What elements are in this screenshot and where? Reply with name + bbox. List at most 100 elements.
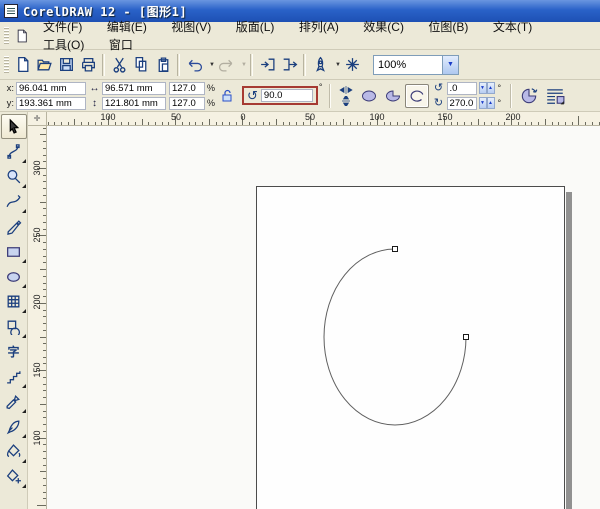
ruler-tick [42, 221, 46, 223]
horizontal-ruler[interactable]: 100 50 0 50 100 150 200 [47, 112, 600, 126]
eyedropper-tool[interactable] [1, 389, 27, 414]
export-icon[interactable] [278, 54, 300, 76]
ruler-tick [42, 127, 46, 129]
graph-paper-tool[interactable] [1, 289, 27, 314]
text-tool[interactable]: 字 [1, 339, 27, 364]
ruler-tick [538, 121, 540, 125]
mirror-buttons[interactable] [335, 83, 357, 109]
undo-dropdown-icon[interactable]: ▼ [205, 54, 215, 76]
new-icon[interactable] [11, 54, 33, 76]
ruler-tick [42, 309, 46, 311]
menu-item-effects[interactable]: 效果(C) [353, 16, 414, 38]
corel-online-icon[interactable] [341, 54, 363, 76]
rectangle-tool[interactable] [1, 239, 27, 264]
toolbar-separator[interactable] [303, 53, 306, 76]
undo-icon[interactable] [183, 54, 205, 76]
outline-pen-tool[interactable] [1, 414, 27, 439]
arc-button[interactable] [404, 83, 429, 108]
redo-dropdown-icon[interactable]: ▼ [237, 54, 247, 76]
ruler-tick [42, 410, 46, 412]
ellipse-tool[interactable] [1, 264, 27, 289]
object-height-input[interactable]: 121.801 mm [102, 96, 166, 110]
toolbar-separator[interactable] [177, 53, 180, 76]
print-icon[interactable] [77, 54, 99, 76]
document-icon[interactable] [15, 28, 30, 44]
ruler-tick [370, 121, 372, 125]
toolbar-separator[interactable] [102, 53, 105, 76]
interactive-fill-tool[interactable] [1, 464, 27, 489]
end-angle-spinner[interactable]: ▼ ▲ [478, 97, 495, 109]
menu-item-tools[interactable]: 工具(O) [33, 34, 94, 56]
ruler-label: 150 [32, 362, 42, 378]
fill-tool[interactable] [1, 439, 27, 464]
start-angle-spinner[interactable]: ▼ ▲ [478, 82, 495, 94]
ruler-tick [343, 119, 345, 125]
ruler-tick [42, 154, 46, 156]
ruler-origin[interactable]: ✛ [28, 112, 47, 126]
ruler-tick [74, 119, 76, 125]
launcher-dropdown-icon[interactable]: ▼ [331, 54, 341, 76]
ruler-tick [40, 403, 46, 405]
ruler-tick [42, 383, 46, 385]
ruler-tick [571, 121, 573, 125]
text-wrap-button[interactable] [542, 83, 568, 109]
open-icon[interactable] [33, 54, 55, 76]
arc-start-node[interactable] [392, 246, 398, 252]
interactive-blend-tool[interactable] [1, 364, 27, 389]
ruler-tick [222, 121, 224, 125]
lock-ratio-button[interactable] [218, 86, 236, 106]
elliptical-arc[interactable] [323, 248, 467, 426]
smart-drawing-tool[interactable] [1, 214, 27, 239]
menu-item-view[interactable]: 视图(V) [161, 16, 221, 38]
object-width-input[interactable]: 96.571 mm [102, 81, 166, 95]
paste-icon[interactable] [152, 54, 174, 76]
ruler-tick [42, 141, 46, 143]
end-angle-icon: ↻ [433, 96, 444, 109]
ruler-tick [558, 121, 560, 125]
start-angle-input[interactable]: .0 [446, 81, 477, 95]
menubar-grip[interactable] [4, 26, 9, 45]
ruler-tick [42, 390, 46, 392]
save-icon[interactable] [55, 54, 77, 76]
ruler-tick [430, 121, 432, 125]
pick-tool[interactable] [0, 114, 27, 139]
ellipse-button[interactable] [357, 84, 381, 108]
vertical-ruler[interactable]: 300 250 200 150 100 [28, 126, 47, 509]
zoom-level-combo[interactable]: 100% ▼ [373, 54, 459, 75]
import-icon[interactable] [256, 54, 278, 76]
pie-button[interactable] [381, 84, 405, 108]
clockwise-arc-button[interactable] [516, 83, 542, 109]
freehand-tool[interactable] [1, 189, 27, 214]
cut-icon[interactable] [108, 54, 130, 76]
menu-item-layout[interactable]: 版面(L) [226, 16, 285, 38]
shape-tool[interactable] [1, 139, 27, 164]
toolbar-grip[interactable] [4, 55, 9, 74]
redo-icon[interactable] [215, 54, 237, 76]
end-angle-input[interactable]: 270.0 [446, 96, 477, 110]
menu-item-bitmaps[interactable]: 位图(B) [418, 16, 478, 38]
scale-h-input[interactable]: 127.0 [169, 81, 205, 95]
ruler-tick [349, 121, 351, 125]
copy-icon[interactable] [130, 54, 152, 76]
menu-item-arrange[interactable]: 排列(A) [289, 16, 349, 38]
ruler-tick [42, 424, 46, 426]
menu-bar: 文件(F) 编辑(E) 视图(V) 版面(L) 排列(A) 效果(C) 位图(B… [0, 20, 600, 52]
scale-v-input[interactable]: 127.0 [169, 96, 205, 110]
ruler-tick [437, 121, 439, 125]
ruler-label: 100 [32, 430, 42, 446]
application-launcher-icon[interactable] [309, 54, 331, 76]
toolbar-separator[interactable] [250, 53, 253, 76]
application-window: CorelDRAW 12 - [图形1] 文件(F) 编辑(E) 视图(V) 版… [0, 0, 600, 509]
arc-end-node[interactable] [463, 334, 469, 340]
menu-item-window[interactable]: 窗口 [99, 34, 143, 56]
clockwise-arc-icon [521, 87, 538, 103]
zoom-tool[interactable] [1, 164, 27, 189]
spinner-up-icon: ▲ [486, 97, 495, 109]
rotation-angle-input[interactable]: 90.0 [260, 89, 313, 102]
menu-item-text[interactable]: 文本(T) [483, 16, 542, 38]
drawing-canvas[interactable] [47, 126, 600, 509]
object-x-input[interactable]: 96.041 mm [16, 81, 86, 95]
object-y-input[interactable]: 193.361 mm [16, 96, 86, 110]
chevron-down-icon[interactable]: ▼ [442, 55, 458, 74]
basic-shapes-tool[interactable] [1, 314, 27, 339]
